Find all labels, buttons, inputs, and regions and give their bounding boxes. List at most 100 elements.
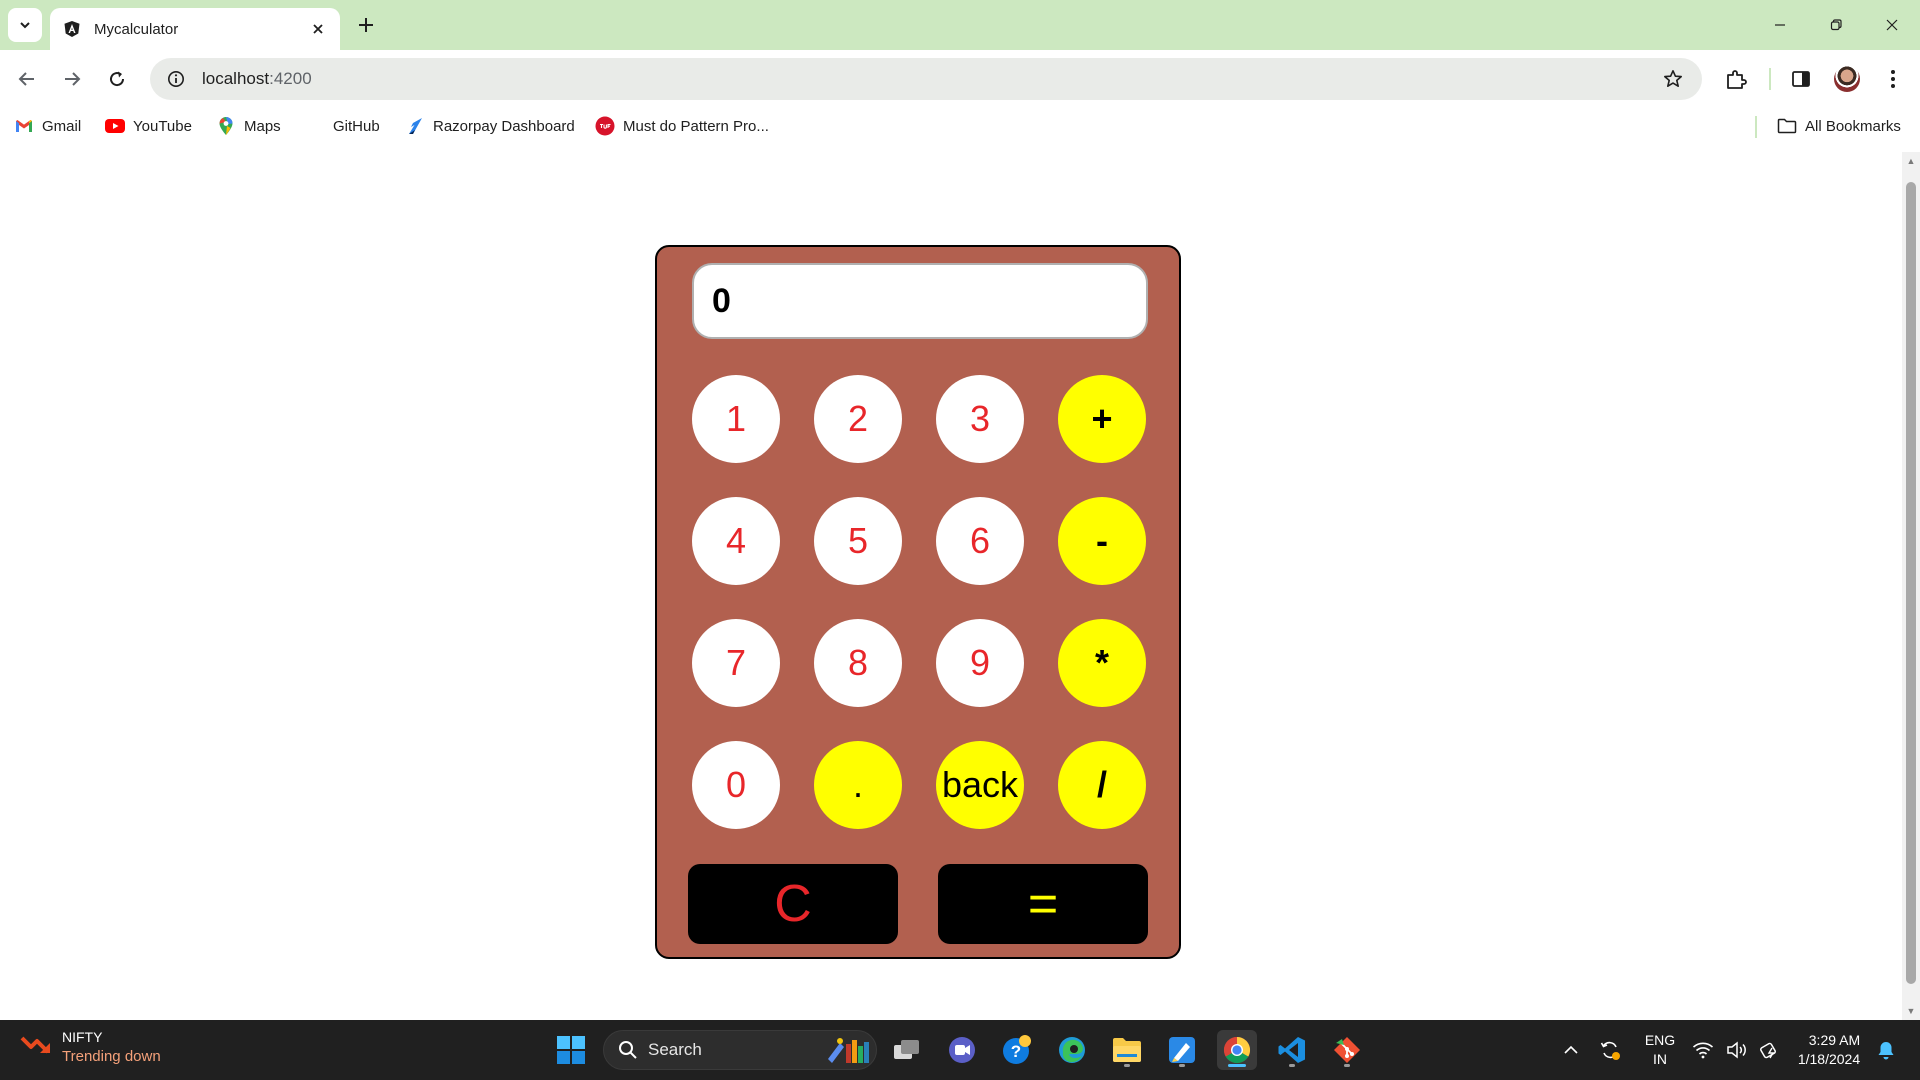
key-divide[interactable]: / xyxy=(1058,741,1146,829)
key-backspace[interactable]: back xyxy=(936,741,1024,829)
angular-icon xyxy=(62,19,82,39)
equals-button[interactable]: = xyxy=(938,864,1148,944)
minimize-icon xyxy=(1775,24,1785,26)
taskbar-chrome[interactable] xyxy=(1217,1030,1257,1070)
key-decimal[interactable]: . xyxy=(814,741,902,829)
reload-button[interactable] xyxy=(101,63,133,95)
clock-date: 1/18/2024 xyxy=(1797,1051,1861,1067)
language-line1: ENG xyxy=(1644,1032,1676,1048)
extensions-icon[interactable] xyxy=(1720,63,1752,95)
taskbar-teams[interactable] xyxy=(942,1030,982,1070)
taskbar-file-explorer[interactable] xyxy=(1107,1030,1147,1070)
search-highlight-icon xyxy=(828,1038,869,1063)
close-icon xyxy=(1886,19,1898,31)
running-indicator xyxy=(1289,1064,1295,1067)
running-indicator xyxy=(1179,1064,1185,1067)
avatar xyxy=(1834,66,1860,92)
menu-kebab-icon[interactable] xyxy=(1877,63,1909,95)
key-plus[interactable]: + xyxy=(1058,375,1146,463)
search-icon xyxy=(619,1041,637,1059)
bookmark-label: YouTube xyxy=(133,117,192,135)
git-icon xyxy=(1334,1037,1360,1063)
key-5[interactable]: 5 xyxy=(814,497,902,585)
key-multiply[interactable]: * xyxy=(1058,619,1146,707)
bookmark-label: Gmail xyxy=(42,117,82,135)
arrow-left-icon xyxy=(18,72,34,86)
site-info-icon[interactable] xyxy=(156,58,196,100)
key-minus[interactable]: - xyxy=(1058,497,1146,585)
gmail-icon xyxy=(14,116,34,136)
bookmark-maps[interactable]: Maps xyxy=(216,114,281,138)
language-indicator[interactable]: ENG IN xyxy=(1640,1020,1680,1080)
folder-icon xyxy=(1777,116,1797,136)
reload-icon xyxy=(110,71,125,87)
key-1[interactable]: 1 xyxy=(692,375,780,463)
scroll-up-icon[interactable]: ▲ xyxy=(1906,156,1916,166)
edge-icon xyxy=(1059,1037,1085,1063)
calculator-display[interactable]: 0 xyxy=(692,263,1148,339)
key-0[interactable]: 0 xyxy=(692,741,780,829)
key-3[interactable]: 3 xyxy=(936,375,1024,463)
key-2[interactable]: 2 xyxy=(814,375,902,463)
back-button[interactable] xyxy=(11,63,43,95)
bookmark-label: Razorpay Dashboard xyxy=(433,117,575,135)
bookmark-gmail[interactable]: Gmail xyxy=(14,114,81,138)
bookmark-github[interactable]: GitHub xyxy=(305,114,380,138)
restore-button[interactable] xyxy=(1808,0,1864,50)
teams-chat-icon xyxy=(949,1037,975,1063)
tab-close-icon[interactable] xyxy=(308,19,328,39)
notifications-button[interactable] xyxy=(1872,1020,1900,1080)
bookmark-youtube[interactable]: YouTube xyxy=(105,114,192,138)
start-button[interactable] xyxy=(551,1030,591,1070)
clock[interactable]: 3:29 AM 1/18/2024 xyxy=(1792,1020,1866,1080)
toolbar-divider xyxy=(1769,68,1771,90)
taskbar-task-view[interactable] xyxy=(887,1030,927,1070)
bookmark-razorpay[interactable]: Razorpay Dashboard xyxy=(405,114,575,138)
tab-mycalculator[interactable]: Mycalculator xyxy=(50,8,340,50)
taskbar-search[interactable]: Search xyxy=(603,1030,877,1070)
forward-button[interactable] xyxy=(56,63,88,95)
bookmark-star-icon[interactable] xyxy=(1652,58,1694,100)
profile-avatar[interactable] xyxy=(1831,63,1863,95)
trend-down-icon xyxy=(20,1032,52,1063)
clear-button[interactable]: C xyxy=(688,864,898,944)
url-text[interactable]: localhost:4200 xyxy=(202,69,1652,89)
key-9[interactable]: 9 xyxy=(936,619,1024,707)
taskbar-paint[interactable] xyxy=(1162,1030,1202,1070)
battery-icon xyxy=(1760,1042,1776,1059)
bookmark-must-do-pattern[interactable]: Must do Pattern Pro... xyxy=(595,114,769,138)
scroll-down-icon[interactable]: ▼ xyxy=(1906,1006,1916,1016)
show-hidden-icons-button[interactable] xyxy=(1558,1020,1584,1080)
key-4[interactable]: 4 xyxy=(692,497,780,585)
bell-icon xyxy=(1878,1042,1894,1060)
active-indicator xyxy=(1228,1064,1246,1067)
new-tab-button[interactable] xyxy=(352,11,380,39)
bookmark-label: Maps xyxy=(244,117,281,135)
news-widget[interactable]: NIFTY Trending down xyxy=(20,1028,161,1066)
side-panel-icon[interactable] xyxy=(1785,63,1817,95)
all-bookmarks-button[interactable]: All Bookmarks xyxy=(1777,114,1901,138)
windows-taskbar: NIFTY Trending down Search ? ENG IN 3:29… xyxy=(0,1020,1920,1080)
taskbar-edge[interactable] xyxy=(1052,1030,1092,1070)
language-line2: IN xyxy=(1653,1051,1667,1067)
close-window-button[interactable] xyxy=(1864,0,1920,50)
vertical-scrollbar[interactable]: ▲ ▼ xyxy=(1902,152,1920,1020)
key-8[interactable]: 8 xyxy=(814,619,902,707)
github-icon xyxy=(305,116,325,136)
taskbar-vscode[interactable] xyxy=(1272,1030,1312,1070)
running-indicator xyxy=(1344,1064,1350,1067)
taskbar-help[interactable]: ? xyxy=(997,1030,1037,1070)
key-7[interactable]: 7 xyxy=(692,619,780,707)
key-6[interactable]: 6 xyxy=(936,497,1024,585)
vscode-icon xyxy=(1278,1037,1305,1063)
taskbar-git[interactable] xyxy=(1327,1030,1367,1070)
url-port: :4200 xyxy=(269,69,312,88)
scroll-thumb[interactable] xyxy=(1906,182,1916,984)
minimize-button[interactable] xyxy=(1752,0,1808,50)
restore-icon xyxy=(1830,19,1842,31)
tab-search-button[interactable] xyxy=(8,8,42,42)
system-status-group[interactable] xyxy=(1692,1020,1782,1080)
address-bar[interactable]: localhost:4200 xyxy=(150,58,1702,100)
sync-status-icon[interactable] xyxy=(1596,1020,1624,1080)
bookmarks-divider xyxy=(1755,116,1757,138)
